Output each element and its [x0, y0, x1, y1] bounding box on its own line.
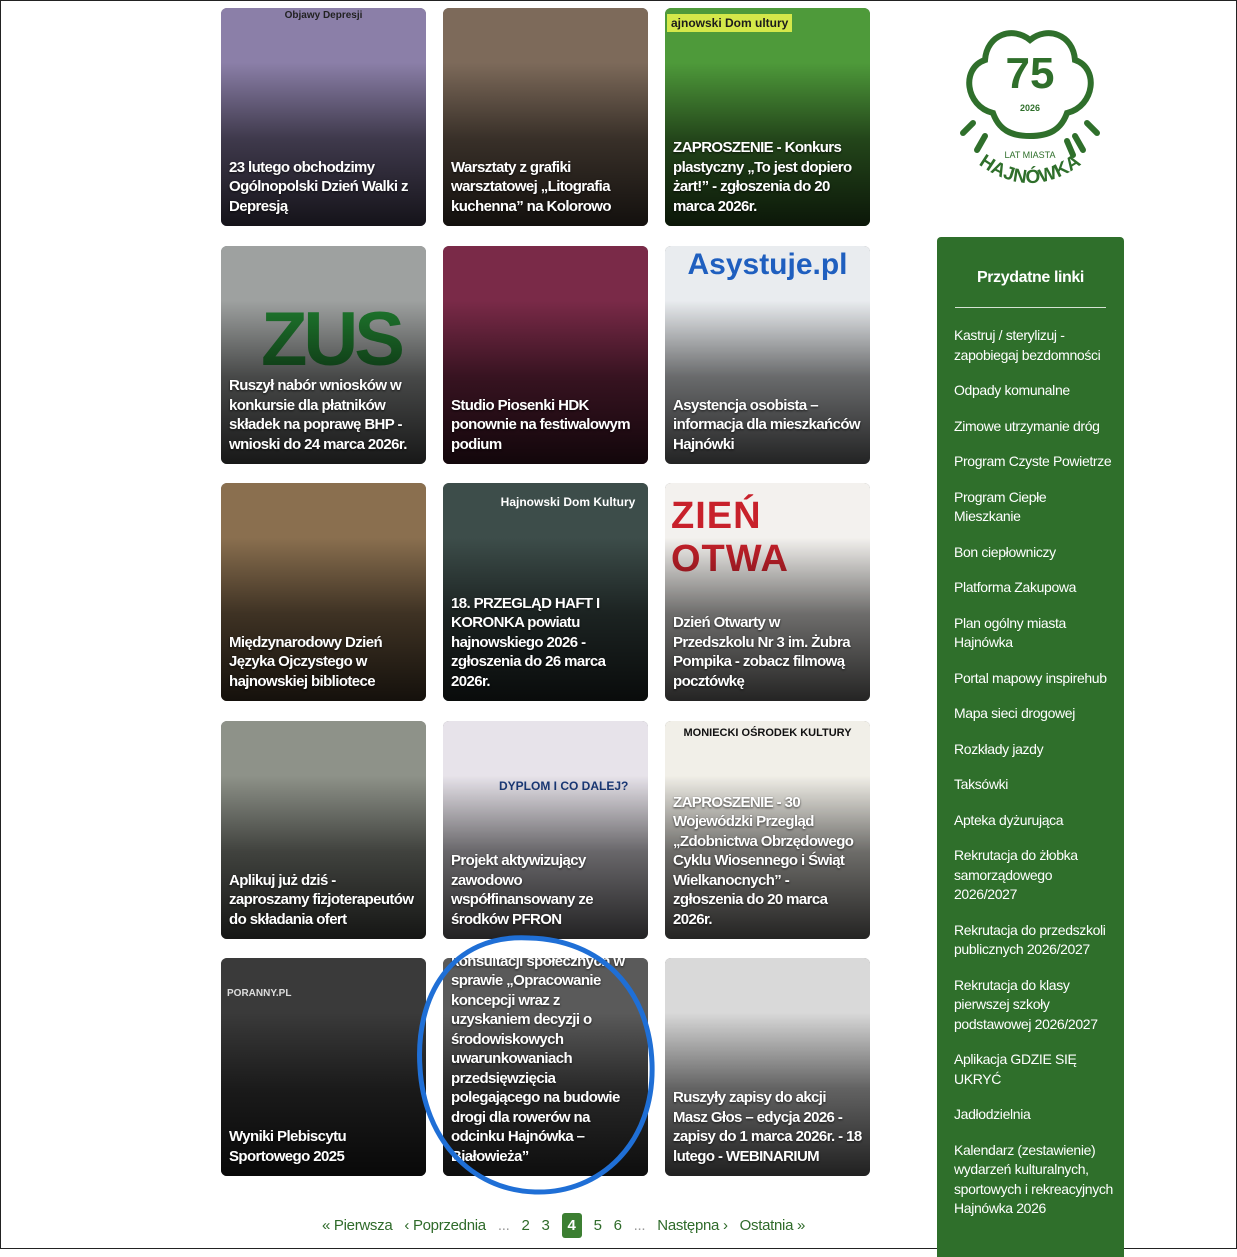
news-card[interactable]: Ruszyły zapisy do akcji Masz Głos – edyc… [665, 958, 870, 1176]
sidebar-link[interactable]: Rekrutacja do klasy pierwszej szkoły pod… [954, 976, 1114, 1035]
sidebar-link[interactable]: Plan ogólny miasta Hajnówka [954, 614, 1114, 653]
news-card[interactable]: Studio Piosenki HDK ponownie na festiwal… [443, 246, 648, 464]
sidebar-link[interactable]: Program Ciepłe Mieszkanie [954, 488, 1114, 527]
news-card[interactable]: Hajnowski Dom Kultury18. PRZEGLĄD HAFT I… [443, 483, 648, 701]
sidebar-link[interactable]: Portal mapowy inspirehub [954, 669, 1114, 689]
sidebar-link[interactable]: Mapa sieci drogowej [954, 704, 1114, 724]
sidebar-link[interactable]: Aplikacja GDZIE SIĘ UKRYĆ [954, 1050, 1114, 1089]
sidebar-link[interactable]: Zimowe utrzymanie dróg [954, 417, 1114, 437]
news-card-title[interactable]: ZAPROSZENIE - Konkurs plastyczny „To jes… [673, 138, 862, 216]
news-grid: Objawy Depresji23 lutego obchodzimy Ogól… [221, 8, 871, 1178]
news-card-title[interactable]: ZAPROSZENIE do konsultacji społecznych w… [451, 958, 640, 1166]
sidebar-link[interactable]: Jadłodzielnia [954, 1105, 1114, 1125]
pagination-ellipsis: ... [633, 1216, 646, 1234]
sidebar-link[interactable]: Kalendarz (zestawienie) wydarzeń kultura… [954, 1141, 1114, 1219]
useful-links-sidebar: Przydatne linki Kastruj / sterylizuj - z… [937, 237, 1124, 1257]
sidebar-link[interactable]: Rekrutacja do przedszkoli publicznych 20… [954, 921, 1114, 960]
news-card[interactable]: DYPLOM I CO DALEJ?Projekt aktywizujący z… [443, 721, 648, 939]
news-card[interactable]: Objawy Depresji23 lutego obchodzimy Ogól… [221, 8, 426, 226]
news-card[interactable]: ZAPROSZENIE do konsultacji społecznych w… [443, 958, 648, 1176]
pagination-page[interactable]: 6 [614, 1217, 622, 1234]
news-card-title[interactable]: Asystencja osobista – informacja dla mie… [673, 396, 862, 455]
news-card[interactable]: ZIEŃ OTWADzień Otwarty w Przedszkolu Nr … [665, 483, 870, 701]
pagination-first[interactable]: « Pierwsza [322, 1217, 393, 1234]
sidebar-link[interactable]: Odpady komunalne [954, 381, 1114, 401]
news-card[interactable]: Asystuje.plAsystencja osobista – informa… [665, 246, 870, 464]
pagination-next[interactable]: Następna › [657, 1217, 728, 1234]
logo-year: 2026 [1020, 103, 1040, 113]
news-card-title[interactable]: Dzień Otwarty w Przedszkolu Nr 3 im. Żub… [673, 613, 862, 691]
pagination: « Pierwsza ‹ Poprzednia ... 2 3 4 5 6 ..… [322, 1210, 817, 1240]
news-card-title[interactable]: Ruszył nabór wniosków w konkursie dla pł… [229, 376, 418, 454]
city-75-anniversary-logo[interactable]: 75 2026 LAT MIASTA HAJNÓWKA [955, 18, 1105, 203]
news-card[interactable]: Aplikuj już dziś - zaproszamy fizjoterap… [221, 721, 426, 939]
sidebar-link[interactable]: Platforma Zakupowa [954, 578, 1114, 598]
pagination-current-page: 4 [561, 1212, 582, 1238]
news-card-title[interactable]: Studio Piosenki HDK ponownie na festiwal… [451, 396, 640, 455]
news-card-title[interactable]: Aplikuj już dziś - zaproszamy fizjoterap… [229, 871, 418, 930]
pagination-ellipsis: ... [497, 1216, 510, 1234]
sidebar-link[interactable]: Apteka dyżurująca [954, 811, 1114, 831]
news-card[interactable]: Warsztaty z grafiki warsztatowej „Litogr… [443, 8, 648, 226]
pagination-page[interactable]: 2 [521, 1217, 529, 1234]
sidebar-link[interactable]: Taksówki [954, 775, 1114, 795]
news-card[interactable]: ZUSRuszył nabór wniosków w konkursie dla… [221, 246, 426, 464]
news-card-title[interactable]: Wyniki Plebiscytu Sportowego 2025 [229, 1127, 418, 1166]
sidebar-divider [955, 307, 1106, 308]
news-card-title[interactable]: ZAPROSZENIE - 30 Wojewódzki Przegląd „Zd… [673, 793, 862, 930]
news-card[interactable]: PORANNY.PLWyniki Plebiscytu Sportowego 2… [221, 958, 426, 1176]
news-card-title[interactable]: 23 lutego obchodzimy Ogólnopolski Dzień … [229, 158, 418, 217]
sidebar-link[interactable]: Rekrutacja do żłobka samorządowego 2026/… [954, 846, 1114, 905]
news-card-title[interactable]: Warsztaty z grafiki warsztatowej „Litogr… [451, 158, 640, 217]
news-card[interactable]: MONIECKI OŚRODEK KULTURYZAPROSZENIE - 30… [665, 721, 870, 939]
news-card-title[interactable]: Projekt aktywizujący zawodowo współfinan… [451, 851, 640, 929]
sidebar-link[interactable]: Kastruj / sterylizuj - zapobiegaj bezdom… [954, 326, 1114, 365]
pagination-last[interactable]: Ostatnia » [740, 1217, 806, 1234]
news-card-title[interactable]: Międzynarodowy Dzień Języka Ojczystego w… [229, 633, 418, 692]
pagination-page[interactable]: 5 [594, 1217, 602, 1234]
sidebar-title: Przydatne linki [977, 269, 1084, 286]
sidebar-links: Kastruj / sterylizuj - zapobiegaj bezdom… [954, 326, 1114, 1235]
sidebar-link[interactable]: Rozkłady jazdy [954, 740, 1114, 760]
pagination-page[interactable]: 3 [541, 1217, 549, 1234]
pagination-prev[interactable]: ‹ Poprzednia [404, 1217, 486, 1234]
news-card[interactable]: ajnowski Dom ulturyZAPROSZENIE - Konkurs… [665, 8, 870, 226]
news-card[interactable]: Międzynarodowy Dzień Języka Ojczystego w… [221, 483, 426, 701]
logo-number: 75 [1006, 49, 1055, 98]
logo-tagline: LAT MIASTA [1004, 150, 1055, 160]
news-card-title[interactable]: 18. PRZEGLĄD HAFT I KORONKA powiatu hajn… [451, 594, 640, 692]
sidebar-link[interactable]: Program Czyste Powietrze [954, 452, 1114, 472]
sidebar-link[interactable]: Bon ciepłowniczy [954, 543, 1114, 563]
news-card-title[interactable]: Ruszyły zapisy do akcji Masz Głos – edyc… [673, 1088, 862, 1166]
